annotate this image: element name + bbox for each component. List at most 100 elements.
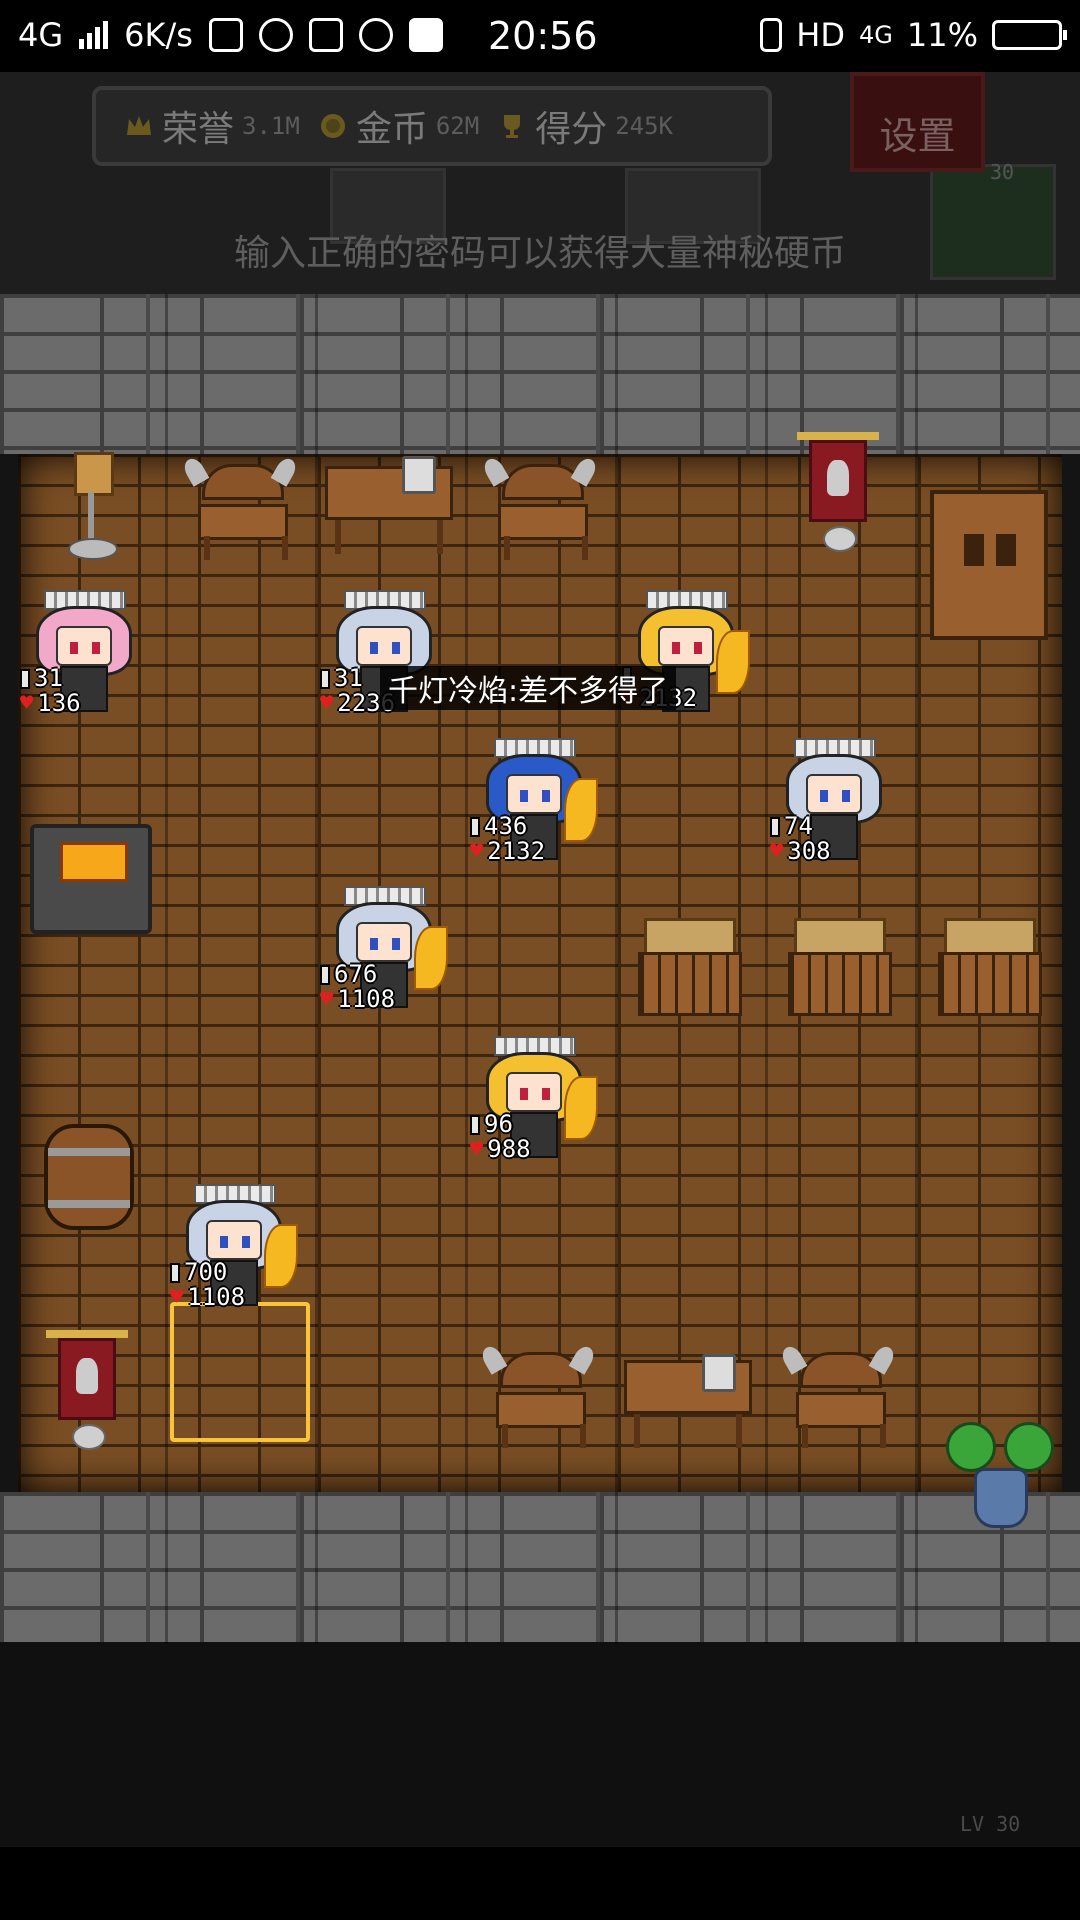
chair[interactable] [478, 1343, 598, 1452]
hp-value: 136 [37, 689, 81, 717]
door[interactable] [930, 490, 1048, 640]
hero-blonde[interactable]: 96 ♥ 988 [470, 1036, 598, 1166]
heart-icon: ♥ [470, 1137, 484, 1162]
mug-icon [402, 456, 436, 494]
gold-value: 62M [435, 112, 480, 140]
attack-value: 436 [484, 812, 528, 840]
status-left: 4G 6K/s [18, 16, 443, 54]
lamp-stand[interactable] [64, 452, 118, 562]
settings-label: 设置 [879, 114, 956, 158]
hero-stats: 96 ♥ 988 [470, 1112, 531, 1162]
resource-bar: 荣誉 3.1M 金币 62M 得分 245K [92, 86, 772, 166]
hero-pink[interactable]: 31 ♥ 136 [20, 590, 144, 720]
chair[interactable] [180, 455, 300, 564]
heart-icon: ♥ [20, 691, 34, 716]
hp-value: 1108 [187, 1283, 246, 1311]
grid-line [615, 294, 618, 1644]
honor-stat: 荣誉 3.1M [124, 100, 300, 152]
app-icon-3 [358, 18, 393, 52]
grid-line [915, 294, 918, 1644]
sword-icon [770, 816, 780, 837]
bottom-bar [0, 1847, 1080, 1920]
battery-icon [992, 20, 1067, 50]
banner[interactable] [46, 1330, 128, 1450]
battery-percent: 11% [906, 16, 978, 54]
heart-icon: ♥ [320, 987, 334, 1012]
level-badge-top: 30 [990, 160, 1015, 184]
attack-value: 74 [784, 812, 813, 840]
sword-icon [320, 964, 330, 985]
selected-tile [170, 1302, 310, 1442]
score-value: 245K [615, 112, 673, 140]
heart-icon: ♥ [170, 1285, 184, 1310]
message-icon [408, 18, 443, 52]
banner[interactable] [797, 432, 879, 552]
hp-value: 988 [487, 1135, 531, 1163]
settings-button[interactable]: 设置 [850, 72, 985, 172]
coin-icon [320, 114, 345, 138]
level-badge-bottom: LV 30 [960, 1812, 1021, 1836]
barrel[interactable] [44, 1124, 134, 1230]
hero-silver-selected[interactable]: 700 ♥ 1108 [170, 1184, 298, 1314]
heart-icon: ♥ [770, 839, 784, 864]
speech-bubble: 千灯冷焰:差不多得了 [380, 666, 677, 710]
app-icon-2 [308, 18, 343, 52]
chair[interactable] [778, 1343, 898, 1452]
vibrate-icon [760, 18, 783, 52]
hero-stats: 676 ♥ 1108 [320, 962, 395, 1012]
trophy-icon [504, 115, 521, 138]
hd-label: HD [796, 16, 845, 54]
hero-stats: 700 ♥ 1108 [170, 1260, 245, 1310]
attack-value: 700 [184, 1258, 228, 1286]
grid-line [165, 294, 168, 1644]
hero-blue[interactable]: 436 ♥ 2132 [470, 738, 598, 868]
top-wall [0, 294, 1080, 454]
status-right: HD 4G 11% [760, 16, 1067, 54]
hay-crate[interactable] [638, 918, 742, 1016]
score-stat: 得分 245K [497, 100, 673, 152]
app-icon-1 [208, 18, 243, 52]
gold-stat: 金币 62M [318, 100, 479, 152]
grid-line [465, 294, 468, 1644]
attack-value: 31 [334, 664, 363, 692]
hp-value: 308 [787, 837, 831, 865]
gold-label: 金币 [355, 109, 428, 150]
hero-stats: 31 ♥ 136 [20, 666, 81, 716]
honor-label: 荣誉 [162, 109, 235, 150]
attack-value: 96 [484, 1110, 513, 1138]
clock: 20:56 [488, 14, 598, 58]
attack-value: 31 [34, 664, 63, 692]
grid-line [315, 294, 318, 1644]
potion-stand[interactable] [946, 1422, 1056, 1542]
hero-silver[interactable]: 676 ♥ 1108 [320, 886, 448, 1016]
network-right-label: 4G [859, 21, 893, 49]
chair[interactable] [480, 455, 600, 564]
code-hint-text: 输入正确的密码可以获得大量神秘硬币 [233, 233, 846, 274]
lower-room [0, 1642, 1080, 1847]
hay-crate[interactable] [938, 918, 1042, 1016]
bottom-wall [0, 1492, 1080, 1642]
hp-value: 2132 [487, 837, 546, 865]
network-label: 4G [18, 16, 64, 54]
hay-crate[interactable] [788, 918, 892, 1016]
attack-value: 676 [334, 960, 378, 988]
network-speed: 6K/s [124, 16, 193, 54]
hp-value: 1108 [337, 985, 396, 1013]
status-bar: 4G 6K/s 20:56 HD 4G 11% [0, 0, 1080, 72]
hero-stats: 436 ♥ 2132 [470, 814, 545, 864]
sword-icon [170, 1262, 180, 1283]
sword-icon [20, 668, 30, 689]
heart-icon: ♥ [470, 839, 484, 864]
heart-icon: ♥ [320, 691, 334, 716]
hero-stats: 74 ♥ 308 [770, 814, 831, 864]
score-label: 得分 [535, 109, 608, 150]
mug-icon [702, 1354, 736, 1392]
hero-silver[interactable]: 74 ♥ 308 [770, 738, 894, 868]
sword-icon [470, 816, 480, 837]
game-view[interactable]: 30 荣誉 3.1M 金币 62M 得分 245K 设置 输入正确的密码可以获得… [0, 72, 1080, 1847]
honor-value: 3.1M [242, 112, 300, 140]
grid-line [765, 294, 768, 1644]
signal-icon [79, 21, 109, 49]
forge[interactable] [30, 824, 152, 934]
qq-icon [258, 18, 293, 52]
